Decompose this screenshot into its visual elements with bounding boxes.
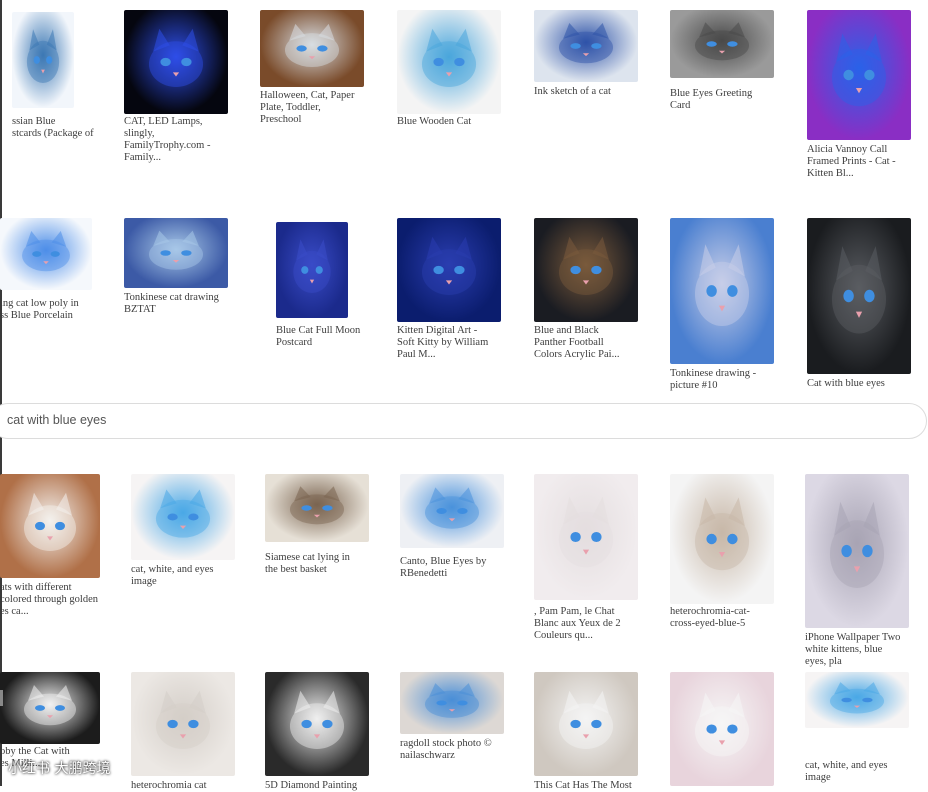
cat-image-icon xyxy=(289,690,345,749)
result-caption[interactable]: CAT, LED Lamps, slingly, FamilyTrophy.co… xyxy=(124,116,240,164)
cat-image-icon xyxy=(424,487,480,529)
result-thumbnail[interactable] xyxy=(400,474,504,548)
result-thumbnail[interactable] xyxy=(670,10,774,78)
result-thumbnail[interactable] xyxy=(670,218,774,364)
cat-image-icon xyxy=(148,230,204,270)
result-thumbnail[interactable] xyxy=(0,474,100,578)
result-thumbnail[interactable] xyxy=(397,10,501,114)
result-caption[interactable]: Alicia Vannoy Call Framed Prints - Cat -… xyxy=(807,144,923,180)
cat-image-icon xyxy=(22,230,70,272)
result-caption[interactable]: This Cat Has The Most xyxy=(534,780,650,792)
result-thumbnail[interactable] xyxy=(670,474,774,604)
result-caption[interactable]: Kitten Digital Art - Soft Kitty by Willi… xyxy=(397,325,513,361)
result-caption[interactable]: cat, white, and eyes image xyxy=(805,760,921,784)
cat-image-icon xyxy=(694,692,750,757)
cat-image-icon xyxy=(284,23,340,67)
result-thumbnail[interactable] xyxy=(131,672,235,776)
result-caption[interactable]: Tonkinese cat drawing BZTAT xyxy=(124,292,240,316)
search-input[interactable]: cat with blue eyes xyxy=(0,403,927,439)
result-thumbnail[interactable] xyxy=(670,672,774,786)
cat-image-icon xyxy=(148,28,204,87)
result-caption[interactable]: Blue and Black Panther Football Colors A… xyxy=(534,325,650,361)
cat-image-icon xyxy=(694,244,750,327)
result-caption[interactable]: Blue Eyes Greeting Card xyxy=(670,88,786,112)
result-caption[interactable]: heterochromia cat xyxy=(131,780,247,792)
cat-image-icon xyxy=(26,29,60,84)
cat-image-icon xyxy=(558,496,614,568)
result-thumbnail[interactable] xyxy=(265,672,369,776)
result-caption[interactable]: Blue Cat Full Moon Postcard xyxy=(276,325,392,349)
cat-image-icon xyxy=(558,22,614,64)
result-caption[interactable]: ragdoll stock photo © nailaschwarz xyxy=(400,738,516,762)
cat-image-icon xyxy=(424,683,480,718)
cat-image-icon xyxy=(694,497,750,571)
result-thumbnail[interactable] xyxy=(805,474,909,628)
result-caption[interactable]: Blue Wooden Cat xyxy=(397,116,513,128)
cat-image-icon xyxy=(558,236,614,295)
cat-image-icon xyxy=(829,501,885,588)
result-thumbnail[interactable] xyxy=(534,10,638,82)
cat-image-icon xyxy=(155,489,211,538)
cat-image-icon xyxy=(289,486,345,525)
cat-image-icon xyxy=(24,684,76,726)
cat-image-icon xyxy=(24,492,76,551)
cat-image-icon xyxy=(293,239,331,294)
result-thumbnail[interactable] xyxy=(265,474,369,542)
result-thumbnail[interactable] xyxy=(805,672,909,728)
cat-image-icon xyxy=(831,33,887,107)
result-caption[interactable]: , Pam Pam, le Chat Blanc aux Yeux de 2 C… xyxy=(534,606,650,642)
result-caption[interactable]: Tonkinese drawing - picture #10 xyxy=(670,368,786,392)
result-caption[interactable]: Ink sketch of a cat xyxy=(534,86,650,98)
result-thumbnail[interactable] xyxy=(12,12,74,108)
cat-image-icon xyxy=(694,22,750,61)
search-query-text: cat with blue eyes xyxy=(7,413,107,427)
result-caption[interactable]: ing cat low poly in ss Blue Porcelain xyxy=(0,298,116,322)
result-thumbnail[interactable] xyxy=(131,474,235,560)
result-caption[interactable]: iPhone Wallpaper Two white kittens, blue… xyxy=(805,632,921,668)
cat-image-icon xyxy=(558,690,614,749)
result-caption[interactable]: ats with different colored through golde… xyxy=(0,582,116,618)
result-caption[interactable]: Cat with blue eyes xyxy=(807,378,923,390)
result-caption[interactable]: Canto, Blue Eyes by RBenedetti xyxy=(400,556,516,580)
result-thumbnail[interactable] xyxy=(807,10,911,140)
result-thumbnail[interactable] xyxy=(534,672,638,776)
result-thumbnail[interactable] xyxy=(124,10,228,114)
result-thumbnail[interactable] xyxy=(807,218,911,374)
result-thumbnail[interactable] xyxy=(534,474,638,600)
cat-image-icon xyxy=(421,28,477,87)
result-caption[interactable]: 5D Diamond Painting xyxy=(265,780,381,792)
cat-image-icon xyxy=(831,246,887,334)
cat-image-icon xyxy=(155,690,211,749)
result-caption[interactable]: cat, white, and eyes image xyxy=(131,564,247,588)
result-caption[interactable]: heterochromia-cat- cross-eyed-blue-5 xyxy=(670,606,786,630)
result-thumbnail[interactable] xyxy=(260,10,364,87)
result-caption[interactable]: Siamese cat lying in the best basket xyxy=(265,552,381,576)
result-thumbnail[interactable] xyxy=(0,218,92,290)
result-caption[interactable]: ssian Blue stcards (Package of xyxy=(12,116,128,140)
result-thumbnail[interactable] xyxy=(276,222,348,318)
result-thumbnail[interactable] xyxy=(0,672,100,744)
result-thumbnail[interactable] xyxy=(534,218,638,322)
sidebar-handle[interactable] xyxy=(0,690,3,706)
window-left-edge xyxy=(0,0,2,786)
watermark: 小红书 大鹏跨境 xyxy=(8,761,111,777)
result-thumbnail[interactable] xyxy=(124,218,228,288)
cat-image-icon xyxy=(829,682,885,714)
result-thumbnail[interactable] xyxy=(397,218,501,322)
cat-image-icon xyxy=(421,236,477,295)
result-thumbnail[interactable] xyxy=(400,672,504,734)
result-caption[interactable]: Halloween, Cat, Paper Plate, Toddler, Pr… xyxy=(260,90,376,126)
